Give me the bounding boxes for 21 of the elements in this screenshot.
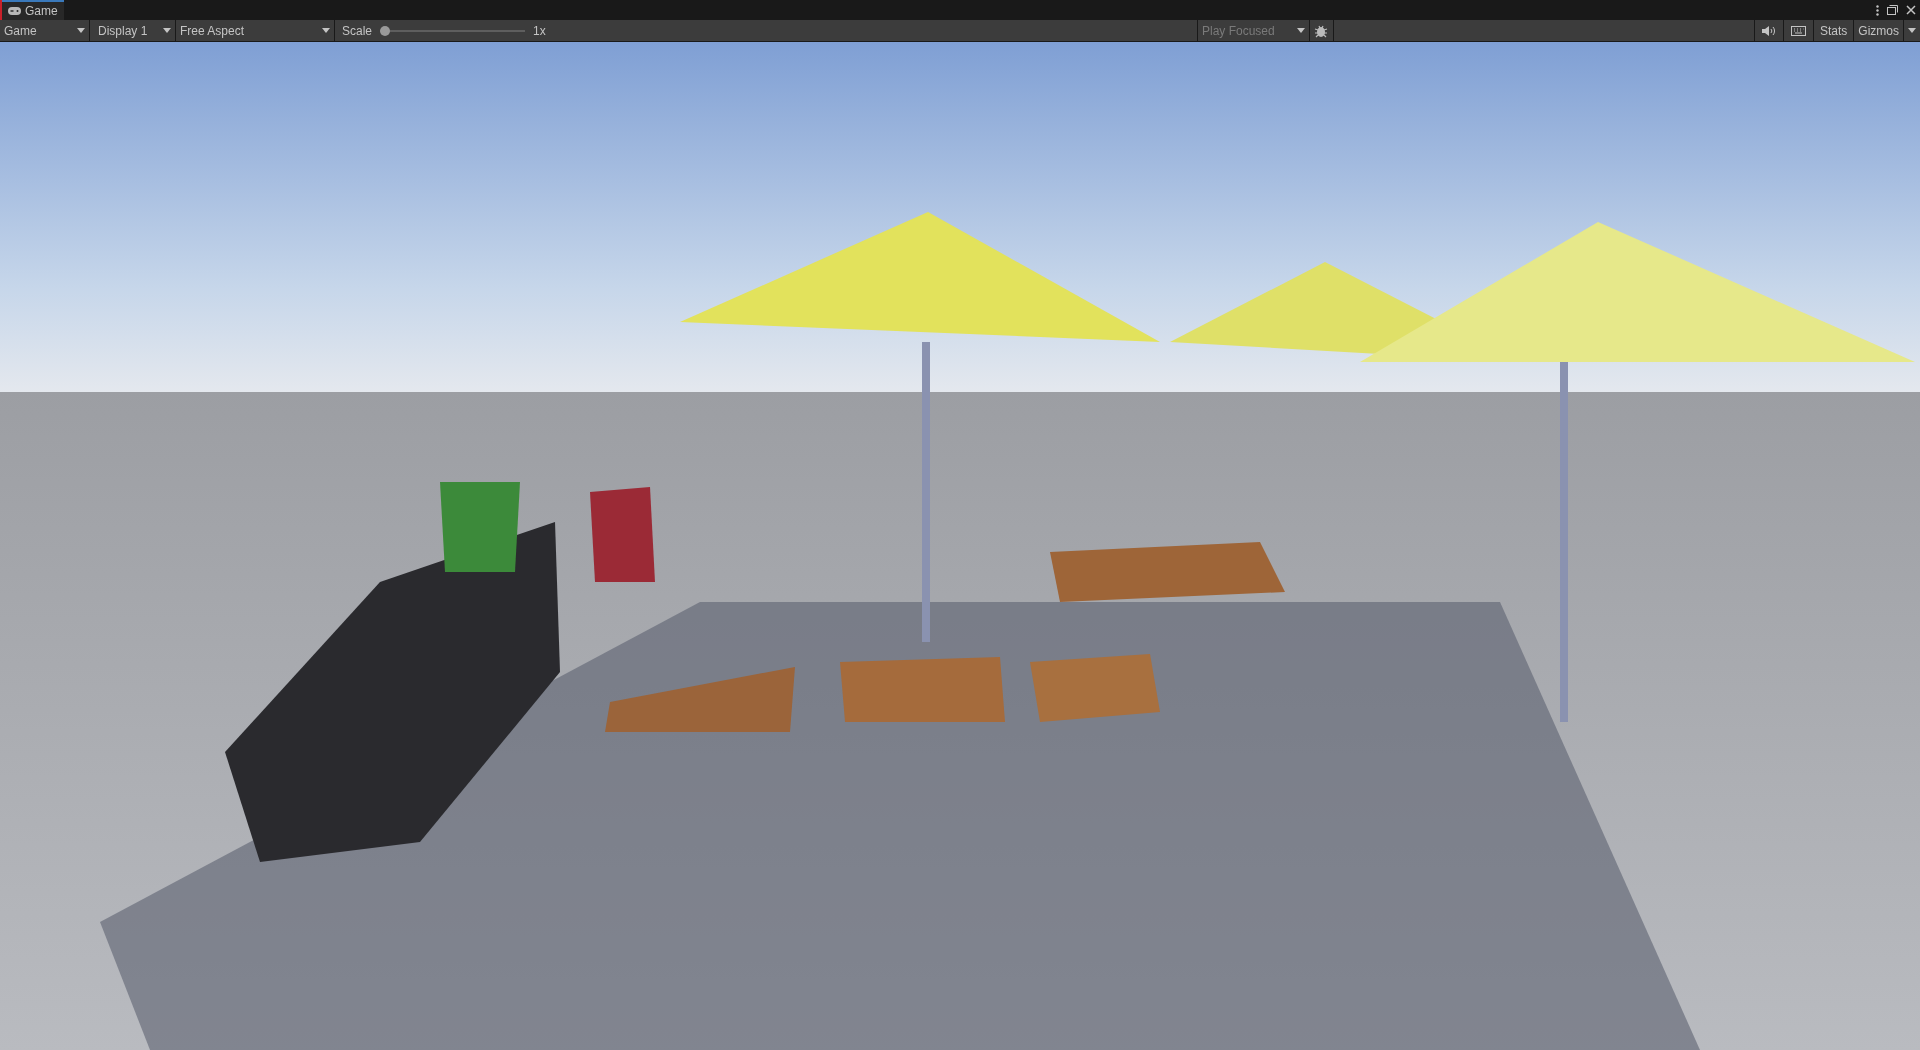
close-icon[interactable]	[1906, 5, 1916, 15]
more-options-icon[interactable]	[1876, 4, 1879, 16]
scale-value: 1x	[533, 22, 546, 40]
caret-icon	[1296, 28, 1305, 33]
scale-label: Scale	[342, 22, 373, 40]
gizmos-button[interactable]: Gizmos	[1854, 20, 1904, 41]
scale-slider-thumb[interactable]	[380, 25, 391, 36]
caret-icon	[1908, 28, 1916, 33]
caret-icon	[163, 28, 171, 33]
bug-icon[interactable]	[1314, 23, 1329, 38]
maximize-icon[interactable]	[1887, 5, 1898, 15]
aspect-ratio-dropdown[interactable]: Free Aspect	[176, 20, 335, 41]
gamepad-icon	[8, 7, 21, 15]
display-dropdown[interactable]: Display 1	[90, 20, 176, 41]
game-tab[interactable]: Game	[2, 0, 64, 20]
caret-icon	[322, 28, 330, 33]
keyboard-icon[interactable]	[1790, 25, 1806, 36]
stats-button[interactable]: Stats	[1813, 20, 1855, 41]
view-dropdown[interactable]: Game	[0, 20, 90, 41]
caret-icon	[77, 28, 85, 33]
speaker-icon[interactable]	[1761, 25, 1776, 36]
